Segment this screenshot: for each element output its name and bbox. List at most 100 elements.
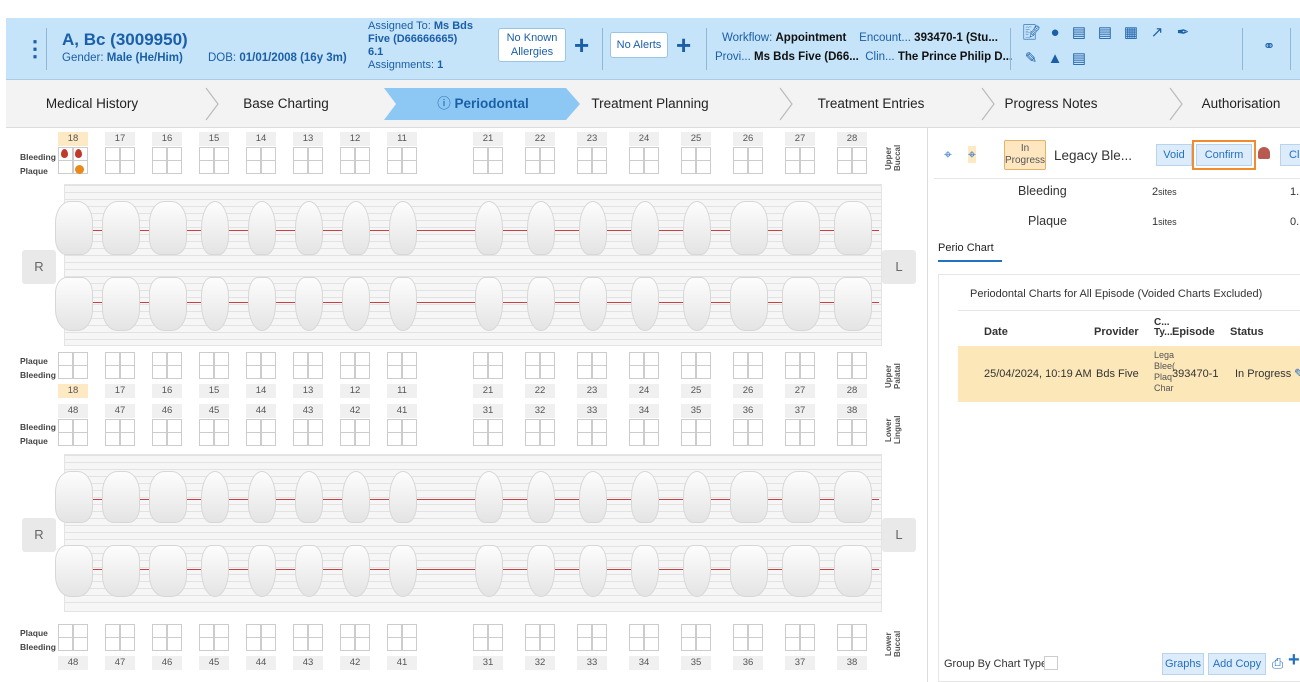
site-cell[interactable] — [540, 365, 555, 379]
site-cell[interactable] — [261, 160, 276, 174]
site-cell[interactable] — [644, 432, 659, 446]
tooth-number[interactable]: 46 — [152, 404, 182, 418]
site-cell[interactable] — [293, 637, 308, 651]
tooth-crown[interactable] — [834, 470, 872, 523]
step-base-charting[interactable]: Base Charting — [216, 80, 356, 128]
site-cell[interactable] — [355, 637, 370, 651]
site-cell[interactable] — [261, 637, 276, 651]
site-cell[interactable] — [696, 432, 711, 446]
site-cell[interactable] — [748, 419, 763, 433]
alerts-button[interactable]: No Alerts — [610, 32, 668, 58]
site-cell[interactable] — [733, 365, 748, 379]
site-cell[interactable] — [355, 365, 370, 379]
site-cell[interactable] — [387, 432, 402, 446]
site-cell[interactable] — [629, 160, 644, 174]
table-row[interactable]: 25/04/2024, 10:19 AM Bds Five Lega Blee(… — [958, 346, 1300, 402]
site-cell[interactable] — [355, 419, 370, 433]
site-cell[interactable] — [261, 147, 276, 161]
tooth-crown[interactable] — [683, 470, 711, 523]
tooth-number[interactable]: 38 — [837, 404, 867, 418]
site-cell[interactable] — [577, 147, 592, 161]
site-cell[interactable] — [402, 147, 417, 161]
site-cell[interactable] — [58, 637, 73, 651]
site-cell[interactable] — [355, 352, 370, 366]
site-cell[interactable] — [340, 352, 355, 366]
site-cell[interactable] — [387, 147, 402, 161]
tooth-crown[interactable] — [389, 201, 417, 255]
site-cell[interactable] — [852, 637, 867, 651]
step-progress-notes[interactable]: Progress Notes — [996, 80, 1106, 128]
site-cell[interactable] — [577, 419, 592, 433]
calendar-table-icon[interactable]: ▦ — [1122, 24, 1140, 42]
tooth-crown[interactable] — [102, 545, 140, 598]
site-cell[interactable] — [120, 147, 135, 161]
site-cell[interactable] — [120, 624, 135, 638]
site-cell[interactable] — [852, 432, 867, 446]
site-cell[interactable] — [785, 624, 800, 638]
tooth-crown[interactable] — [295, 277, 323, 331]
site-cell[interactable] — [488, 160, 503, 174]
site-cell[interactable] — [696, 365, 711, 379]
site-cell[interactable] — [293, 624, 308, 638]
site-cell[interactable] — [592, 352, 607, 366]
site-cell[interactable] — [293, 160, 308, 174]
void-button[interactable]: Void — [1156, 144, 1192, 166]
site-cell[interactable] — [837, 432, 852, 446]
tooth-number[interactable]: 22 — [525, 384, 555, 398]
site-cell[interactable] — [355, 147, 370, 161]
tooth-number[interactable]: 17 — [105, 384, 135, 398]
tooth-crown[interactable] — [527, 201, 555, 255]
site-cell[interactable] — [733, 160, 748, 174]
tooth-crown[interactable] — [475, 201, 503, 255]
tooth-crown[interactable] — [631, 201, 659, 255]
site-cell[interactable] — [120, 637, 135, 651]
tooth-number[interactable]: 32 — [525, 404, 555, 418]
tooth-number[interactable]: 21 — [473, 384, 503, 398]
tooth-number[interactable]: 38 — [837, 656, 867, 670]
site-cell[interactable] — [696, 147, 711, 161]
tooth-crown[interactable] — [834, 545, 872, 598]
site-cell[interactable] — [105, 419, 120, 433]
site-cell[interactable] — [488, 147, 503, 161]
site-cell[interactable] — [748, 160, 763, 174]
site-cell[interactable] — [73, 637, 88, 651]
tooth-number[interactable]: 33 — [577, 656, 607, 670]
tooth-crown[interactable] — [475, 277, 503, 331]
tooth-number[interactable]: 44 — [246, 404, 276, 418]
tooth-crown[interactable] — [295, 470, 323, 523]
site-cell[interactable] — [852, 365, 867, 379]
print-icon[interactable]: ⎙ — [1272, 656, 1283, 670]
graduation-cap-icon[interactable]: ▲ — [1046, 50, 1064, 68]
running-person-icon[interactable]: ↗ — [1148, 24, 1166, 42]
site-cell[interactable] — [488, 637, 503, 651]
tooth-number[interactable]: 18 — [58, 132, 88, 146]
site-cell[interactable] — [696, 624, 711, 638]
site-cell[interactable] — [340, 637, 355, 651]
left-side-marker[interactable]: L — [882, 250, 916, 284]
site-cell[interactable] — [387, 624, 402, 638]
site-cell[interactable] — [261, 352, 276, 366]
tooth-number[interactable]: 35 — [681, 404, 711, 418]
site-cell[interactable] — [105, 352, 120, 366]
site-cell[interactable] — [525, 432, 540, 446]
site-cell[interactable] — [105, 160, 120, 174]
tooth-crown[interactable] — [782, 277, 820, 331]
tooth-number[interactable]: 26 — [733, 132, 763, 146]
user-alert-icon[interactable] — [1258, 147, 1270, 159]
site-cell[interactable] — [629, 147, 644, 161]
tooth-crown[interactable] — [342, 201, 370, 255]
handshake-icon[interactable]: ⚭ — [1260, 38, 1278, 56]
tooth-crown[interactable] — [475, 470, 503, 523]
tooth-crown[interactable] — [631, 277, 659, 331]
site-cell[interactable] — [540, 419, 555, 433]
site-cell[interactable] — [308, 637, 323, 651]
site-cell[interactable] — [246, 419, 261, 433]
site-cell[interactable] — [402, 365, 417, 379]
tooth-number[interactable]: 11 — [387, 132, 417, 146]
site-cell[interactable] — [644, 419, 659, 433]
site-cell[interactable] — [644, 624, 659, 638]
more-menu-icon[interactable]: ⋮ — [24, 36, 46, 62]
step-treatment-planning[interactable]: Treatment Planning — [580, 80, 720, 128]
tooth-crown[interactable] — [295, 545, 323, 598]
site-cell[interactable] — [214, 637, 229, 651]
